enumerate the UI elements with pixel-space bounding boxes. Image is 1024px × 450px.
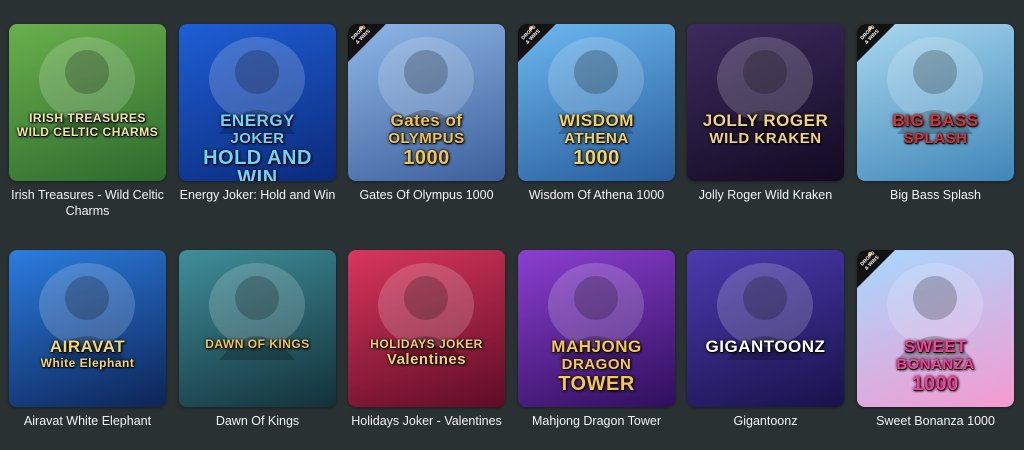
game-logo-line: SPLASH: [903, 130, 968, 147]
game-card[interactable]: JOLLY ROGER WILD KRAKEN Jolly Roger Wild K…: [687, 24, 844, 203]
game-card[interactable]: AIRAVAT White Elephant Airavat White Eleph…: [9, 250, 166, 429]
game-logo-line: BONANZA: [896, 356, 975, 373]
game-logo: Gates of OLYMPUS 1000: [352, 112, 501, 168]
game-logo-line: Valentines: [386, 351, 467, 368]
game-thumbnail[interactable]: BIG BASS SPLASH DROPS & WINS: [857, 24, 1014, 181]
game-artwork: [717, 263, 813, 360]
game-logo-line: 1000: [573, 147, 620, 169]
game-thumbnail[interactable]: GIGANTOONZ: [687, 250, 844, 407]
game-logo: AIRAVAT White Elephant: [13, 338, 162, 369]
game-logo-line: WISDOM: [559, 111, 634, 130]
game-card[interactable]: SWEET BONANZA 1000 DROPS & WINS Sweet Bonanz…: [857, 250, 1014, 429]
game-card[interactable]: IRISH TREASURES WILD CELTIC CHARMS Irish T…: [9, 24, 166, 219]
game-logo-line: DAWN OF KINGS: [205, 337, 310, 351]
game-title[interactable]: Energy Joker: Hold and Win: [179, 187, 336, 203]
game-title[interactable]: Jolly Roger Wild Kraken: [687, 187, 844, 203]
game-title[interactable]: Gates Of Olympus 1000: [348, 187, 505, 203]
game-logo-line: BIG BASS: [892, 111, 979, 130]
game-artwork: [378, 263, 474, 360]
game-logo-line: 1000: [403, 147, 450, 169]
game-logo: IRISH TREASURES WILD CELTIC CHARMS: [13, 112, 162, 138]
game-title[interactable]: Wisdom Of Athena 1000: [518, 187, 675, 203]
game-logo: DAWN OF KINGS: [183, 338, 332, 350]
game-logo: ENERGY JOKER HOLD AND WIN: [183, 112, 332, 181]
game-logo-line: DRAGON: [561, 356, 632, 373]
game-logo: BIG BASS SPLASH: [861, 112, 1010, 146]
game-title[interactable]: Holidays Joker - Valentines: [348, 413, 505, 429]
game-artwork: [39, 263, 135, 360]
game-logo: MAHJONG DRAGON TOWER: [522, 338, 671, 394]
game-thumbnail[interactable]: ENERGY JOKER HOLD AND WIN: [179, 24, 336, 181]
game-card[interactable]: Gates of OLYMPUS 1000 DROPS & WINS Gates Of …: [348, 24, 505, 203]
game-logo-line: Gates of: [390, 111, 463, 130]
game-logo-line: WILD CELTIC CHARMS: [16, 125, 159, 139]
game-thumbnail[interactable]: AIRAVAT White Elephant: [9, 250, 166, 407]
game-title[interactable]: Mahjong Dragon Tower: [518, 413, 675, 429]
game-thumbnail[interactable]: HOLIDAYS JOKER Valentines: [348, 250, 505, 407]
game-logo-line: JOLLY ROGER: [702, 111, 829, 130]
game-logo-line: HOLIDAYS JOKER: [370, 337, 483, 351]
game-grid: IRISH TREASURES WILD CELTIC CHARMS Irish T…: [0, 0, 1024, 450]
game-logo-line: OLYMPUS: [388, 130, 465, 147]
game-thumbnail[interactable]: WISDOM ATHENA 1000 DROPS & WINS: [518, 24, 675, 181]
game-artwork: [209, 263, 305, 360]
game-logo-line: AIRAVAT: [49, 337, 126, 356]
game-thumbnail[interactable]: JOLLY ROGER WILD KRAKEN: [687, 24, 844, 181]
game-artwork: [717, 37, 813, 134]
game-thumbnail[interactable]: Gates of OLYMPUS 1000 DROPS & WINS: [348, 24, 505, 181]
game-logo-line: GIGANTOONZ: [705, 337, 826, 356]
game-card[interactable]: DAWN OF KINGS Dawn Of Kings: [179, 250, 336, 429]
game-logo: GIGANTOONZ: [691, 338, 840, 355]
game-card[interactable]: BIG BASS SPLASH DROPS & WINS Big Bass Splas…: [857, 24, 1014, 203]
game-title[interactable]: Big Bass Splash: [857, 187, 1014, 203]
game-thumbnail[interactable]: DAWN OF KINGS: [179, 250, 336, 407]
game-logo-line: 1000: [912, 373, 959, 395]
game-artwork: [39, 37, 135, 134]
game-logo: WISDOM ATHENA 1000: [522, 112, 671, 168]
game-title[interactable]: Airavat White Elephant: [9, 413, 166, 429]
game-title[interactable]: Irish Treasures - Wild Celtic Charms: [9, 187, 166, 219]
game-logo-line: TOWER: [558, 373, 635, 395]
game-logo: HOLIDAYS JOKER Valentines: [352, 338, 501, 367]
game-logo: JOLLY ROGER WILD KRAKEN: [691, 112, 840, 146]
game-logo-line: HOLD AND WIN: [203, 147, 312, 181]
game-logo-line: MAHJONG: [551, 337, 642, 356]
game-logo-line: ATHENA: [564, 130, 629, 147]
game-logo-line: White Elephant: [40, 356, 135, 370]
game-logo-line: WILD KRAKEN: [709, 130, 822, 147]
game-logo: SWEET BONANZA 1000: [861, 338, 1010, 394]
game-title[interactable]: Dawn Of Kings: [179, 413, 336, 429]
game-thumbnail[interactable]: IRISH TREASURES WILD CELTIC CHARMS: [9, 24, 166, 181]
game-card[interactable]: MAHJONG DRAGON TOWER Mahjong Dragon Tower: [518, 250, 675, 429]
game-logo-line: ENERGY: [220, 111, 295, 130]
game-logo-line: JOKER: [230, 130, 285, 147]
game-logo-line: SWEET: [904, 337, 967, 356]
game-card[interactable]: ENERGY JOKER HOLD AND WIN Energy Joker: Hol…: [179, 24, 336, 203]
game-logo-line: IRISH TREASURES: [29, 111, 146, 125]
game-thumbnail[interactable]: MAHJONG DRAGON TOWER: [518, 250, 675, 407]
game-title[interactable]: Gigantoonz: [687, 413, 844, 429]
game-card[interactable]: GIGANTOONZ Gigantoonz: [687, 250, 844, 429]
game-card[interactable]: WISDOM ATHENA 1000 DROPS & WINS Wisdom Of At…: [518, 24, 675, 203]
game-thumbnail[interactable]: SWEET BONANZA 1000 DROPS & WINS: [857, 250, 1014, 407]
game-title[interactable]: Sweet Bonanza 1000: [857, 413, 1014, 429]
game-card[interactable]: HOLIDAYS JOKER Valentines Holidays Joker -…: [348, 250, 505, 429]
